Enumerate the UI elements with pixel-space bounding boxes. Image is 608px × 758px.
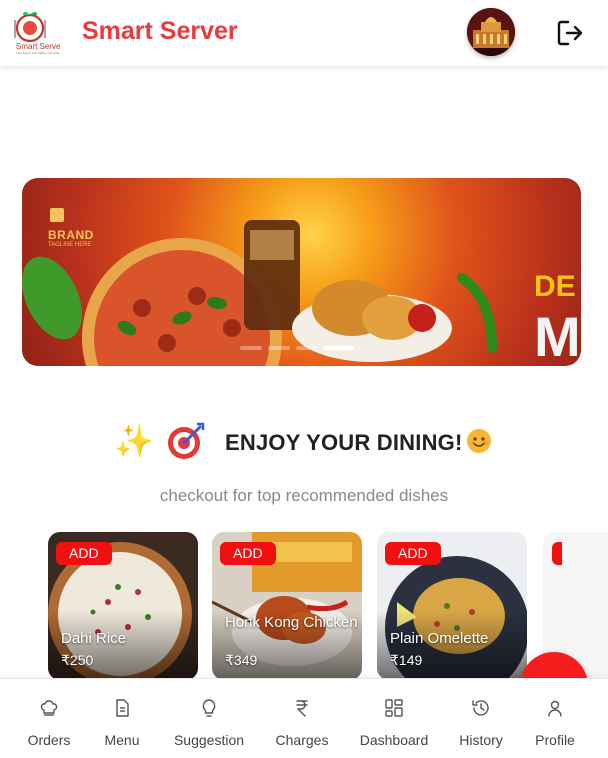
carousel-indicators xyxy=(240,346,354,350)
promo-banner[interactable]: DE M xyxy=(22,178,581,366)
palace-avatar-icon xyxy=(467,8,515,56)
sparkles-icon: ✨ xyxy=(114,423,154,459)
nav-label: Charges xyxy=(275,732,329,748)
bottom-navigation: Orders Menu Suggestion Charges Dashboard xyxy=(0,678,608,758)
nav-item-dashboard[interactable]: Dashboard xyxy=(354,679,434,758)
section-subtitle: checkout for top recommended dishes xyxy=(159,486,449,505)
carousel-dot-4-active[interactable] xyxy=(324,346,354,350)
nav-item-suggestion[interactable]: Suggestion xyxy=(168,679,250,758)
logo-text: Smart Serve xyxy=(16,42,61,51)
dish-price: ₹149 xyxy=(390,652,423,668)
add-button[interactable]: ADD xyxy=(385,542,441,565)
app-title: Smart Server xyxy=(82,17,238,45)
smiling-face-icon xyxy=(467,429,491,453)
dish-card-plain-omelette[interactable]: ADD Plain Omelette ₹149 xyxy=(377,532,527,680)
history-icon xyxy=(472,700,489,716)
nav-label: Menu xyxy=(104,732,140,748)
document-icon xyxy=(116,699,129,717)
lightbulb-icon xyxy=(202,699,216,717)
section-heading: ✨ ENJOY YOUR DINING! xyxy=(0,420,608,464)
carousel-dot-3[interactable] xyxy=(296,346,318,350)
nav-item-history[interactable]: History xyxy=(452,679,510,758)
rupee-icon xyxy=(296,700,308,717)
dish-price: ₹349 xyxy=(225,652,258,668)
nav-label: Orders xyxy=(27,732,71,748)
svg-text:DE: DE xyxy=(534,270,576,303)
dish-card-dahi-rice[interactable]: ADD Dahi Rice ₹250 xyxy=(48,532,198,680)
nav-label: Profile xyxy=(535,732,575,748)
logo-plate-icon xyxy=(14,11,46,43)
carousel-dot-2[interactable] xyxy=(268,346,290,350)
logout-button[interactable] xyxy=(553,16,587,50)
dish-name: Plain Omelette xyxy=(390,630,489,647)
dish-name: Dahi Rice xyxy=(61,630,127,647)
svg-text:M: M xyxy=(534,305,581,366)
app-header: Smart Serve Your Food, Your Table, Your … xyxy=(0,0,608,66)
restaurant-avatar[interactable] xyxy=(467,8,515,56)
chef-hat-icon xyxy=(40,700,58,716)
nav-label: History xyxy=(459,732,503,748)
user-icon xyxy=(548,700,562,717)
add-button-partial[interactable] xyxy=(552,542,562,565)
dish-card-honk-kong-chicken[interactable]: ADD Honk Kong Chicken ₹349 xyxy=(212,532,362,680)
logo-tagline: Your Food, Your Table, Your Way xyxy=(16,51,60,55)
nav-label: Suggestion xyxy=(173,732,245,748)
section-title: ENJOY YOUR DINING! xyxy=(225,430,463,455)
target-dart-icon xyxy=(168,422,205,459)
nav-item-charges[interactable]: Charges xyxy=(268,679,336,758)
banner-food-illustration: DE M xyxy=(22,208,581,366)
add-button[interactable]: ADD xyxy=(56,542,112,565)
banner-tagline: TAGLINE HERE xyxy=(48,242,92,248)
nav-item-profile[interactable]: Profile xyxy=(528,679,582,758)
logout-icon xyxy=(557,20,583,46)
dish-name: Honk Kong Chicken xyxy=(225,614,358,631)
add-button[interactable]: ADD xyxy=(220,542,276,565)
banner-brand: BRAND xyxy=(48,228,94,242)
nav-item-menu[interactable]: Menu xyxy=(92,679,152,758)
dashboard-icon xyxy=(385,699,403,717)
nav-label: Dashboard xyxy=(359,732,429,748)
dish-price: ₹250 xyxy=(61,652,94,668)
carousel-dot-1[interactable] xyxy=(240,346,262,350)
nav-item-orders[interactable]: Orders xyxy=(14,679,84,758)
